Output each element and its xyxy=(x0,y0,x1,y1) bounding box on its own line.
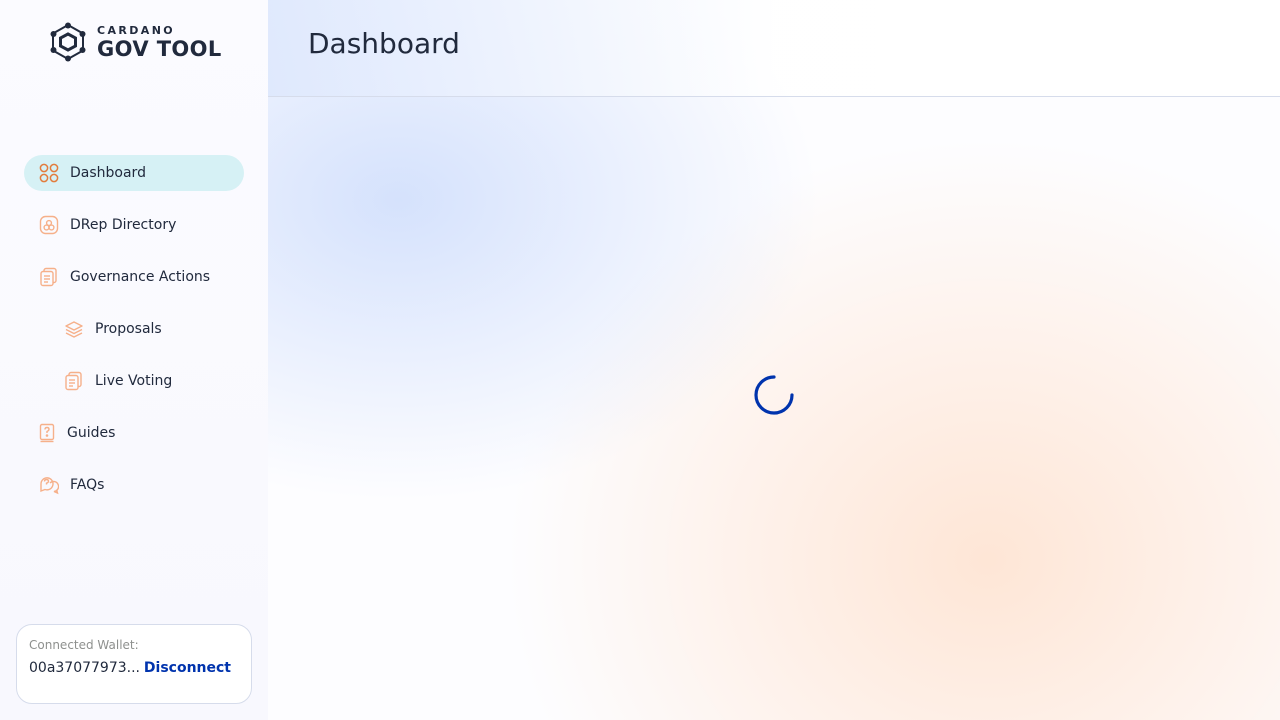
wallet-label: Connected Wallet: xyxy=(29,638,139,652)
sidebar-item-label: Governance Actions xyxy=(70,269,211,285)
sidebar-item-governance-actions[interactable]: Governance Actions xyxy=(24,259,244,295)
app-logo[interactable]: CARDANO GOV TOOL xyxy=(47,22,222,62)
sidebar-item-label: Dashboard xyxy=(70,165,146,181)
guides-icon xyxy=(39,423,55,443)
proposals-icon xyxy=(64,319,84,339)
sidebar-item-live-voting[interactable]: Live Voting xyxy=(24,363,244,399)
logo-big-text: GOV TOOL xyxy=(97,36,222,61)
sidebar-item-proposals[interactable]: Proposals xyxy=(24,311,244,347)
main-content: Dashboard xyxy=(268,0,1280,720)
sidebar-item-guides[interactable]: Guides xyxy=(24,415,244,451)
wallet-address: 00a37077973... xyxy=(29,660,141,676)
sidebar-item-drep-directory[interactable]: DRep Directory xyxy=(24,207,244,243)
drep-directory-icon xyxy=(39,215,59,235)
governance-actions-icon xyxy=(39,267,59,287)
faqs-icon xyxy=(39,475,59,495)
sidebar-nav: Dashboard DRep Directory Governance Acti… xyxy=(24,155,244,519)
sidebar-item-label: Proposals xyxy=(95,321,162,337)
dashboard-icon xyxy=(39,163,59,183)
sidebar-item-dashboard[interactable]: Dashboard xyxy=(24,155,244,191)
sidebar-item-label: Guides xyxy=(67,425,116,441)
page-header: Dashboard xyxy=(268,0,1280,97)
loading-spinner-icon xyxy=(753,374,795,416)
sidebar-item-label: DRep Directory xyxy=(70,217,177,233)
sidebar-item-faqs[interactable]: FAQs xyxy=(24,467,244,503)
sidebar: CARDANO GOV TOOL Dashboard DRep Director… xyxy=(0,0,268,720)
connected-wallet-card: Connected Wallet: 00a37077973... Disconn… xyxy=(16,624,252,704)
live-voting-icon xyxy=(64,371,84,391)
sidebar-item-label: Live Voting xyxy=(95,373,173,389)
sidebar-item-label: FAQs xyxy=(70,477,105,493)
page-title: Dashboard xyxy=(308,27,460,60)
disconnect-button[interactable]: Disconnect xyxy=(144,660,231,676)
govtool-logo-icon xyxy=(50,22,86,62)
logo-small-text: CARDANO xyxy=(97,23,176,37)
